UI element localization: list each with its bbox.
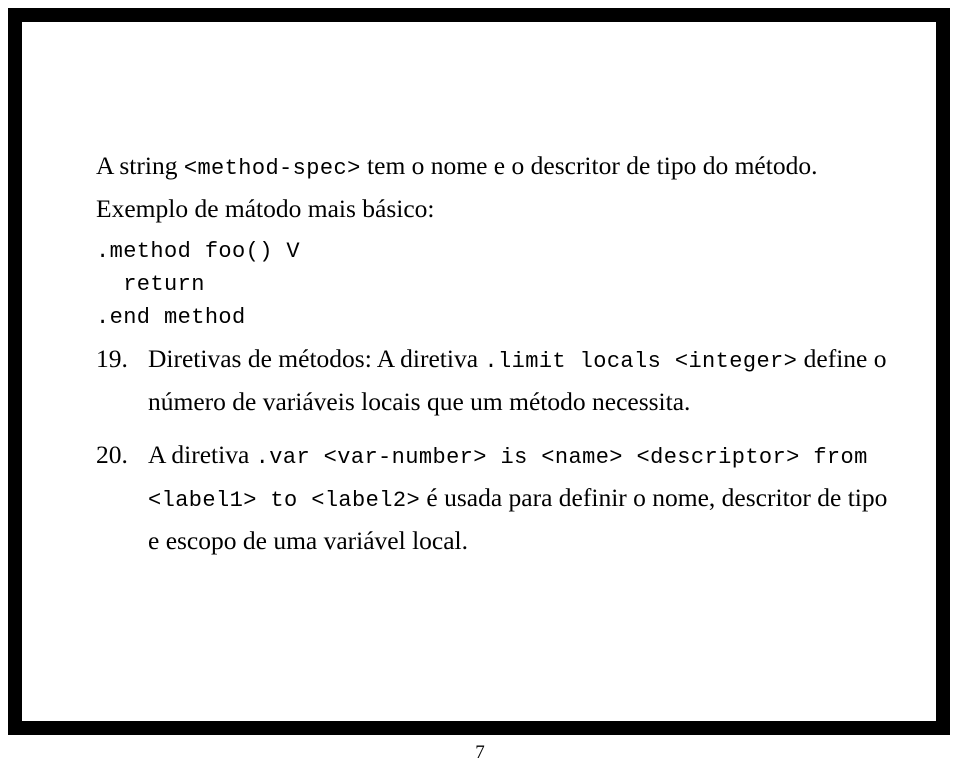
slide-content: A string <method-spec> tem o nome e o de… xyxy=(96,146,896,574)
item-text-part-1: A diretiva xyxy=(148,440,256,469)
list-item: 20. A diretiva .var <var-number> is <nam… xyxy=(96,435,896,561)
intro-text-part-1: A string xyxy=(96,151,184,180)
intro-code-method-spec: <method-spec> xyxy=(183,156,361,181)
code-sample-block: .method foo() V return .end method xyxy=(96,235,896,334)
item-code-limit-locals: .limit locals <integer> xyxy=(484,349,798,374)
list-item-number: 20. xyxy=(96,440,128,469)
list-item-body: A diretiva .var <var-number> is <name> <… xyxy=(148,435,896,561)
item-text-part-1: Diretivas de métodos: A diretiva xyxy=(148,344,485,373)
slide-frame: A string <method-spec> tem o nome e o de… xyxy=(8,8,950,735)
list-item-body: Diretivas de métodos: A diretiva .limit … xyxy=(148,339,896,422)
list-item: 19. Diretivas de métodos: A diretiva .li… xyxy=(96,339,896,422)
list-item-number: 19. xyxy=(96,344,128,373)
intro-paragraph: A string <method-spec> tem o nome e o de… xyxy=(96,146,896,229)
page-number: 7 xyxy=(475,742,485,763)
numbered-list: 19. Diretivas de métodos: A diretiva .li… xyxy=(96,339,896,561)
code-line: .end method xyxy=(96,305,246,330)
code-line: return xyxy=(96,272,205,297)
code-line: .method foo() V xyxy=(96,239,301,264)
